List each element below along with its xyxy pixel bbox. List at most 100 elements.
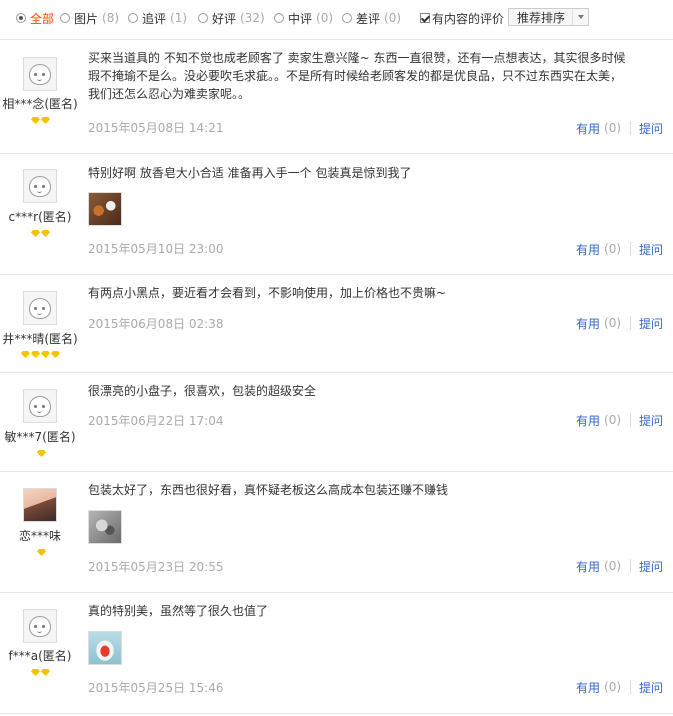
review-content-line: 很漂亮的小盘子，很喜欢，包装的超级安全 — [88, 384, 317, 398]
chevron-down-icon[interactable] — [572, 9, 588, 25]
useful-count: (0) — [604, 242, 622, 256]
ask-button[interactable]: 提问 — [639, 120, 663, 137]
useful-button[interactable]: 有用 — [576, 241, 600, 258]
radio-icon[interactable] — [198, 13, 208, 23]
avatar[interactable] — [23, 169, 57, 203]
filter-neutral[interactable]: 中评 (0) — [274, 10, 333, 26]
filter-followup[interactable]: 追评 (1) — [128, 10, 187, 26]
review-content-line: 包装太好了，东西也很好看，真怀疑老板这么高成本包装还赚不赚钱 — [88, 483, 449, 497]
review-date: 2015年05月08日 14:21 — [88, 121, 224, 135]
diamond-icon — [37, 450, 46, 457]
radio-icon[interactable] — [128, 13, 138, 23]
rank-badge — [31, 669, 51, 677]
ask-button[interactable]: 提问 — [639, 412, 663, 429]
ask-button[interactable]: 提问 — [639, 558, 663, 575]
filter-label: 差评 — [356, 11, 381, 26]
filter-positive[interactable]: 好评 (32) — [198, 10, 265, 26]
sort-select[interactable]: 推荐排序 — [508, 8, 589, 26]
review-photo-thumbnail[interactable] — [88, 510, 122, 544]
avatar[interactable] — [23, 488, 57, 522]
review-item: 敏***7(匿名) 很漂亮的小盘子，很喜欢，包装的超级安全 2015年06月22… — [0, 373, 673, 472]
divider — [630, 121, 632, 135]
review-content: 真的特别美，虽然等了很久也值了 — [88, 602, 668, 620]
avatar[interactable] — [23, 291, 57, 325]
diamond-icon — [31, 669, 40, 676]
review-date: 2015年06月22日 17:04 — [88, 414, 224, 428]
diamond-icon — [41, 230, 50, 237]
filter-count: (0) — [316, 11, 334, 25]
filter-label: 中评 — [288, 11, 313, 26]
review-user-name[interactable]: 敏***7(匿名) — [0, 428, 80, 445]
review-content-line: 我们还怎么忍心为难卖家呢。。 — [88, 87, 251, 101]
checkbox-icon[interactable] — [420, 13, 430, 23]
useful-count: (0) — [604, 680, 622, 694]
review-date: 2015年06月08日 02:38 — [88, 317, 224, 331]
review-user-name[interactable]: 相***念(匿名) — [0, 95, 80, 112]
sort-selected-label: 推荐排序 — [517, 10, 566, 25]
useful-button[interactable]: 有用 — [576, 120, 600, 137]
useful-button[interactable]: 有用 — [576, 558, 600, 575]
diamond-icon — [31, 351, 40, 358]
filter-label: 图片 — [74, 11, 99, 26]
review-actions: 有用 (0) 提问 — [576, 120, 663, 136]
ask-button[interactable]: 提问 — [639, 315, 663, 332]
review-content: 很漂亮的小盘子，很喜欢，包装的超级安全 — [88, 382, 668, 400]
review-item: f***a(匿名) 真的特别美，虽然等了很久也值了 2015年05月25日 15… — [0, 593, 673, 714]
diamond-icon — [31, 117, 40, 124]
review-actions: 有用 (0) 提问 — [576, 412, 663, 428]
filter-negative[interactable]: 差评 (0) — [342, 10, 401, 26]
review-content: 买来当道具的 不知不觉也成老顾客了 卖家生意兴隆~ 东西一直很赞，还有一点想表达… — [88, 49, 668, 103]
review-content-line: 有两点小黑点，要近看才会看到，不影响使用，加上价格也不贵嘛~ — [88, 286, 447, 300]
divider — [630, 680, 632, 694]
review-content: 有两点小黑点，要近看才会看到，不影响使用，加上价格也不贵嘛~ — [88, 284, 668, 302]
review-date: 2015年05月25日 15:46 — [88, 681, 224, 695]
filter-image[interactable]: 图片 (8) — [60, 10, 119, 26]
rank-badge — [31, 117, 51, 125]
default-face-icon — [29, 64, 51, 85]
divider — [630, 559, 632, 573]
avatar[interactable] — [23, 609, 57, 643]
default-face-icon — [29, 298, 51, 319]
review-actions: 有用 (0) 提问 — [576, 315, 663, 331]
review-item: 井***晴(匿名) 有两点小黑点，要近看才会看到，不影响使用，加上价格也不贵嘛~… — [0, 275, 673, 373]
useful-button[interactable]: 有用 — [576, 412, 600, 429]
review-user-name[interactable]: c***r(匿名) — [0, 208, 80, 225]
rank-badge — [37, 450, 47, 458]
radio-icon[interactable] — [274, 13, 284, 23]
review-content: 包装太好了，东西也很好看，真怀疑老板这么高成本包装还赚不赚钱 — [88, 481, 668, 499]
diamond-icon — [41, 351, 50, 358]
filter-count: (8) — [102, 11, 120, 25]
review-photo-thumbnail[interactable] — [88, 631, 122, 665]
review-actions: 有用 (0) 提问 — [576, 679, 663, 695]
review-item: 恋***味 包装太好了，东西也很好看，真怀疑老板这么高成本包装还赚不赚钱 201… — [0, 472, 673, 593]
review-user-name[interactable]: 恋***味 — [0, 527, 80, 544]
radio-icon[interactable] — [16, 13, 26, 23]
radio-icon[interactable] — [342, 13, 352, 23]
useful-count: (0) — [604, 121, 622, 135]
content-only-checkbox[interactable]: 有内容的评价 — [420, 10, 504, 26]
review-content-line: 特别好啊 放香皂大小合适 准备再入手一个 包装真是惊到我了 — [88, 166, 412, 180]
content-only-label: 有内容的评价 — [432, 11, 505, 26]
review-actions: 有用 (0) 提问 — [576, 241, 663, 257]
default-face-icon — [29, 616, 51, 637]
review-photo-thumbnail[interactable] — [88, 192, 122, 226]
useful-button[interactable]: 有用 — [576, 315, 600, 332]
filter-all[interactable]: 全部 — [16, 10, 54, 26]
review-actions: 有用 (0) 提问 — [576, 558, 663, 574]
review-user-name[interactable]: f***a(匿名) — [0, 647, 80, 664]
ask-button[interactable]: 提问 — [639, 679, 663, 696]
review-user-name[interactable]: 井***晴(匿名) — [0, 330, 80, 347]
avatar[interactable] — [23, 389, 57, 423]
avatar[interactable] — [23, 57, 57, 91]
diamond-icon — [21, 351, 30, 358]
divider — [630, 242, 632, 256]
useful-button[interactable]: 有用 — [576, 679, 600, 696]
filter-count: (0) — [384, 11, 402, 25]
diamond-icon — [31, 230, 40, 237]
review-content-line: 真的特别美，虽然等了很久也值了 — [88, 604, 269, 618]
radio-icon[interactable] — [60, 13, 70, 23]
rank-badge — [31, 230, 51, 238]
filter-label: 全部 — [30, 11, 55, 26]
divider — [630, 316, 632, 330]
ask-button[interactable]: 提问 — [639, 241, 663, 258]
